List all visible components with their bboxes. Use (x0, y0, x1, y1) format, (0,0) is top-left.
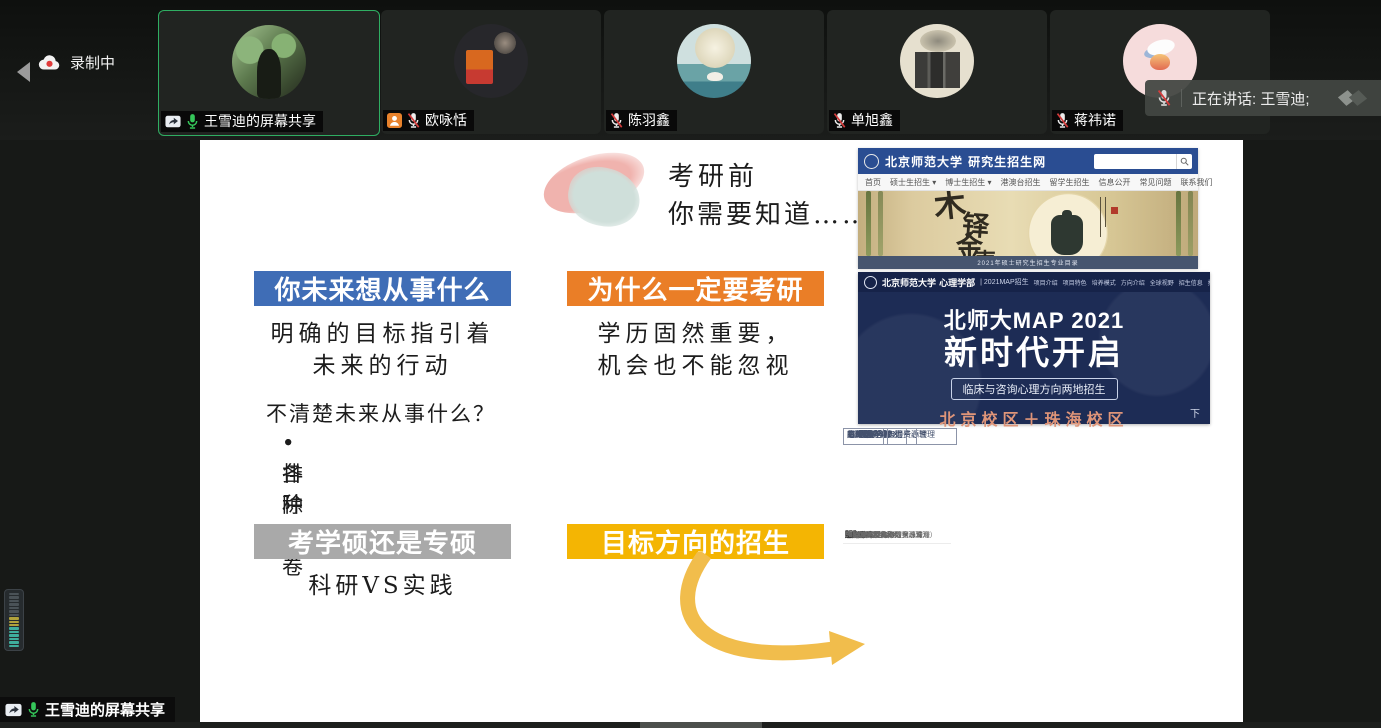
list-item: 常见问题 (1140, 177, 1172, 188)
topic-box-future-career: 你未来想从事什么 (254, 271, 511, 306)
list-item: 报考流程 (1208, 278, 1210, 287)
list-item: 港澳台招生 (1001, 177, 1041, 188)
list-item: 硕士生招生 ▾ (890, 177, 936, 188)
shared-slide: 考研前 你需要知道…… 你未来想从事什么 明确的目标指引着 未来的行动 为什么一… (200, 140, 1243, 722)
mic-muted-icon (1056, 112, 1069, 129)
map-nav: 项目介绍项目特色培养模式方向介绍全球视野招生信息报考流程资费奖助联系我们 (1034, 278, 1210, 287)
mic-muted-icon (407, 112, 420, 129)
list-item: 全球视野 (1150, 278, 1174, 287)
mic-muted-icon (1157, 89, 1171, 107)
share-banner-label: 王雪迪的屏幕共享 (45, 699, 165, 720)
member-badge-icon (387, 113, 402, 128)
avatar (900, 24, 974, 98)
screen-share-icon (165, 115, 181, 128)
list-item: 方向介绍 (1121, 278, 1145, 287)
website-screenshot: 北京师范大学 研究生招生网 首页硕士生招生 ▾ 博士生招生 ▾ 港澳台招生留学生招生… (858, 148, 1198, 268)
avatar (677, 24, 751, 98)
website-logo-text: 北京师范大学 研究生招生网 (885, 153, 1046, 170)
mic-on-icon (27, 701, 40, 718)
list-item: 信息公开 (1099, 177, 1131, 188)
participant-name: 陈羽鑫 (628, 112, 670, 129)
speaking-toast: 正在讲话: 王雪迪; (1145, 80, 1381, 116)
video-tile-ouyongtian[interactable]: 欧咏恬 (381, 10, 601, 134)
curved-arrow (625, 552, 880, 692)
list-item: 联系我们 (1181, 177, 1213, 188)
participant-name: 蒋祎诺 (1074, 112, 1116, 129)
mic-muted-icon (833, 112, 846, 129)
search-icon (1176, 154, 1192, 169)
meeting-window: 录制中 王雪迪的屏幕共享 欧咏恬 陈羽鑫 (0, 0, 1381, 728)
map-logo-suffix: | 2021MAP招生 (980, 277, 1029, 287)
brand-logo-icon (1339, 89, 1369, 107)
avatar (454, 24, 528, 98)
participant-name: 单旭鑫 (851, 112, 893, 129)
bottom-edge-bar (0, 722, 1381, 728)
list-item: 项目特色 (1063, 278, 1087, 287)
map-title-line2: 新时代开启 (858, 335, 1210, 371)
mic-muted-icon (610, 112, 623, 129)
website-nav: 首页硕士生招生 ▾博士生招生 ▾港澳台招生留学生招生信息公开常见问题联系我们 (858, 174, 1198, 191)
orange-subtext-2: 机会也不能忽视 (567, 346, 824, 380)
video-strip: 录制中 王雪迪的屏幕共享 欧咏恬 陈羽鑫 (0, 0, 1381, 140)
map-header: 北京师范大学 心理学部 | 2021MAP招生 项目介绍项目特色培养模式方向介绍… (858, 272, 1210, 292)
map-campuses: 北京校区＋珠海校区 (858, 406, 1210, 430)
table-cell: 350 (843, 530, 881, 544)
topic-box-academic-vs-professional: 考学硕还是专硕 (254, 524, 511, 559)
video-tile-chenyuxin[interactable]: 陈羽鑫 (604, 10, 824, 134)
website-header: 北京师范大学 研究生招生网 (858, 148, 1198, 174)
list-item: 项目介绍 (1034, 278, 1058, 287)
banner-bell (1051, 215, 1083, 255)
participant-nametag: 王雪迪的屏幕共享 (161, 111, 323, 132)
red-seal (1111, 207, 1118, 214)
participant-name: 王雪迪的屏幕共享 (204, 113, 316, 130)
map-logo-text: 北京师范大学 心理学部 (882, 276, 975, 289)
speaking-toast-label: 正在讲话: 王雪迪; (1192, 88, 1310, 109)
watercolor-splash (542, 150, 658, 234)
collapse-strip-icon[interactable] (17, 62, 30, 82)
audio-level-meter (4, 589, 24, 651)
university-emblem-icon (864, 276, 877, 289)
slide-title-line1: 考研前 (668, 156, 758, 193)
website-banner: 木 铎 金 声 (858, 191, 1198, 256)
list-item: 培养模式 (1092, 278, 1116, 287)
map-pill: 临床与咨询心理方向两地招生 (951, 378, 1118, 400)
participant-nametag: 蒋祎诺 (1052, 110, 1123, 131)
participant-nametag: 欧咏恬 (383, 110, 474, 131)
recording-label: 录制中 (70, 52, 115, 73)
list-item: 招生信息 (1179, 278, 1203, 287)
avatar (232, 25, 306, 99)
participant-nametag: 单旭鑫 (829, 110, 900, 131)
map-hero: 北师大MAP 2021 新时代开启 临床与咨询心理方向两地招生 北京校区＋珠海校… (858, 292, 1210, 424)
participant-nametag: 陈羽鑫 (606, 110, 677, 131)
list-item: 博士生招生 ▾ (945, 177, 991, 188)
banner-calligraphy: 声 (974, 251, 996, 256)
share-banner: 王雪迪的屏幕共享 (0, 697, 175, 722)
website-banner-caption: 2021年硕士研究生招生专业目录 (858, 256, 1198, 269)
recording-indicator: 录制中 (38, 52, 115, 73)
participant-name: 欧咏恬 (425, 112, 467, 129)
divider (1181, 89, 1182, 107)
cloud-record-icon (38, 54, 61, 71)
mic-on-icon (186, 113, 199, 130)
blue-subtext-1: 明确的目标指引着 (254, 314, 511, 348)
bottom-handle[interactable] (640, 722, 762, 728)
list-item: 留学生招生 (1050, 177, 1090, 188)
map-banner-screenshot: 北京师范大学 心理学部 | 2021MAP招生 项目介绍项目特色培养模式方向介绍… (858, 272, 1210, 424)
orange-subtext-1: 学历固然重要， (567, 314, 824, 348)
video-tile-wangxuedi[interactable]: 王雪迪的屏幕共享 (158, 10, 380, 136)
list-item: 首页 (865, 177, 881, 188)
blue-subtext-2: 未来的行动 (254, 346, 511, 380)
screen-share-icon (5, 703, 22, 717)
question-text: 不清楚未来从事什么？ (266, 398, 496, 428)
table-cell: 367 (843, 428, 888, 445)
map-title-line1: 北师大MAP 2021 (858, 292, 1210, 335)
slide-title-line2: 你需要知道…… (668, 194, 871, 231)
scroll-down-hint: 下 (1190, 405, 1200, 420)
gray-subtext: 科研VS实践 (254, 566, 511, 600)
search-input (1094, 154, 1192, 169)
university-emblem-icon (864, 154, 879, 169)
topic-box-why-kaoyan: 为什么一定要考研 (567, 271, 824, 306)
video-tile-shanxuxin[interactable]: 单旭鑫 (827, 10, 1047, 134)
